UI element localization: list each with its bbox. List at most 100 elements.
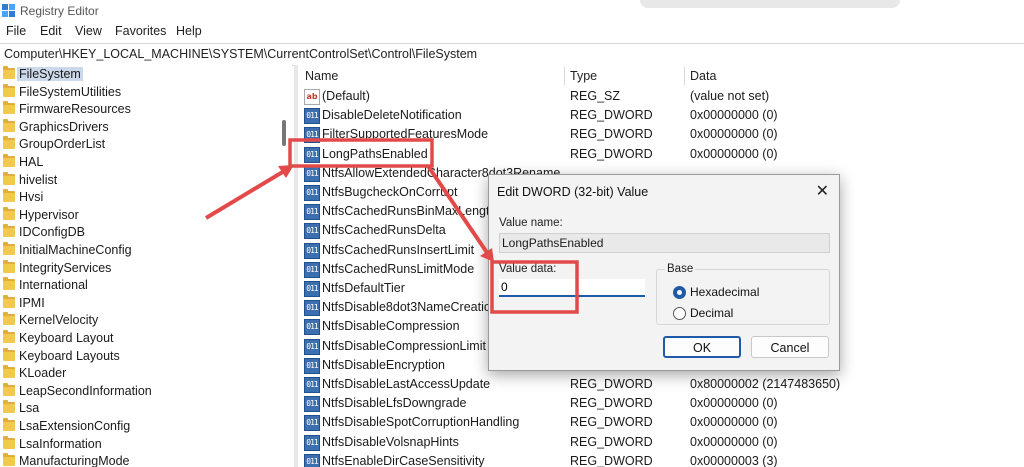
tree-item-label: Hypervisor — [19, 207, 79, 222]
tree-item[interactable]: Hypervisor — [0, 206, 292, 224]
value-name: NtfsDisableLastAccessUpdate — [322, 377, 491, 391]
value-row[interactable]: 011 NtfsDisableLfsDowngrade REG_DWORD 0x000… — [298, 394, 1024, 413]
menu-help[interactable]: Help — [176, 24, 202, 38]
value-type: REG_DWORD — [570, 377, 653, 391]
menu-edit[interactable]: Edit — [40, 24, 62, 38]
hexadecimal-radio[interactable] — [673, 286, 686, 299]
menu-file[interactable]: File — [6, 24, 26, 38]
value-name: LongPathsEnabled — [322, 146, 428, 161]
tree-item[interactable]: LsaExtensionConfig — [0, 417, 292, 435]
value-row[interactable]: 011 NtfsDisableVolsnapHints REG_DWORD 0x000… — [298, 433, 1024, 452]
dword-value-icon: 011 — [304, 377, 320, 393]
window-title: Registry Editor — [20, 4, 99, 18]
tree-scrollbar-thumb[interactable] — [282, 120, 286, 146]
tree-item[interactable]: KLoader — [0, 364, 292, 382]
value-name: NtfsCachedRunsLimitMode — [322, 261, 475, 276]
key-tree: FileSystem FileSystemUtilities FirmwareRes… — [0, 65, 292, 467]
tree-item[interactable]: LsaInformation — [0, 435, 292, 453]
value-row[interactable]: 011 DisableDeleteNotification REG_DWORD 0x0… — [298, 106, 1024, 125]
folder-icon — [3, 171, 15, 185]
tree-item[interactable]: Keyboard Layout — [0, 329, 292, 347]
column-divider[interactable] — [684, 67, 685, 85]
tree-item-label: Keyboard Layout — [19, 331, 114, 345]
menu-view[interactable]: View — [75, 24, 102, 38]
value-name: NtfsDisableEncryption — [322, 357, 445, 372]
tree-item-label: IDConfigDB — [19, 225, 85, 240]
dword-value-icon: 011 — [304, 108, 320, 125]
folder-icon — [3, 224, 15, 238]
tree-item[interactable]: hivelist — [0, 171, 292, 189]
tree-item-label: FirmwareResources — [19, 102, 131, 117]
tree-item-label: hivelist — [19, 172, 58, 187]
value-data: 0x00000000 (0) — [690, 108, 778, 123]
tree-item[interactable]: Lsa — [0, 399, 292, 417]
column-header-name[interactable]: Name — [305, 69, 338, 83]
value-data: 0x00000000 (0) — [690, 127, 778, 142]
folder-icon — [3, 83, 15, 97]
tree-item[interactable]: ManufacturingMode — [0, 452, 292, 467]
tree-item-label: International — [19, 278, 88, 293]
folder-icon — [3, 400, 15, 414]
tree-item[interactable]: LeapSecondInformation — [0, 382, 292, 400]
value-data: 0x00000000 (0) — [690, 396, 778, 411]
folder-icon — [3, 189, 15, 203]
value-row[interactable]: 011 NtfsEnableDirCaseSensitivity REG_DWORD… — [298, 452, 1024, 467]
value-type: REG_SZ — [570, 89, 621, 103]
tree-item[interactable]: GraphicsDrivers — [0, 118, 292, 136]
value-row[interactable]: 011 NtfsDisableLastAccessUpdate REG_DWORD 0… — [298, 375, 1024, 394]
value-row[interactable]: 011 NtfsDisableSpotCorruptionHandling REG_… — [298, 413, 1024, 432]
address-path[interactable]: Computer\HKEY_LOCAL_MACHINE\SYSTEM\Curre… — [4, 47, 477, 61]
tree-item-label: ManufacturingMode — [19, 454, 130, 467]
tree-item[interactable]: IPMI — [0, 294, 292, 312]
tree-item[interactable]: FileSystemUtilities — [0, 83, 292, 101]
folder-icon — [3, 66, 15, 79]
column-header-type[interactable]: Type — [570, 69, 597, 83]
tree-item[interactable]: FileSystem — [0, 65, 292, 83]
dword-value-icon: 011 — [304, 453, 320, 467]
value-data-input[interactable] — [499, 279, 645, 297]
cancel-button[interactable]: Cancel — [751, 336, 829, 358]
value-type: REG_DWORD — [570, 434, 653, 449]
folder-icon — [3, 242, 15, 255]
ok-button[interactable]: OK — [663, 336, 741, 358]
tree-item[interactable]: International — [0, 276, 292, 294]
dword-value-icon: 011 — [304, 396, 320, 413]
folder-icon — [3, 365, 15, 379]
registry-editor-icon — [2, 4, 15, 17]
column-header-data[interactable]: Data — [690, 69, 716, 83]
tree-item-label: HAL — [19, 155, 44, 169]
tree-item[interactable]: Hvsi — [0, 188, 292, 206]
value-type: REG_DWORD — [570, 127, 653, 142]
value-name: NtfsBugcheckOnCorrupt — [322, 185, 458, 199]
tree-item[interactable]: KernelVelocity — [0, 311, 292, 329]
close-icon[interactable]: ✕ — [816, 181, 829, 200]
folder-icon — [3, 330, 15, 343]
folder-icon — [3, 418, 15, 431]
value-name-text: LongPathsEnabled — [502, 236, 604, 250]
tree-item[interactable]: GroupOrderList — [0, 135, 292, 153]
tree-item[interactable]: Keyboard Layouts — [0, 347, 292, 365]
hexadecimal-label[interactable]: Hexadecimal — [690, 285, 759, 299]
column-divider[interactable] — [564, 67, 565, 85]
menu-favorites[interactable]: Favorites — [115, 24, 166, 38]
tree-item-label: Keyboard Layouts — [19, 348, 120, 363]
decimal-radio[interactable] — [673, 307, 686, 320]
tree-item[interactable]: InitialMachineConfig — [0, 241, 292, 259]
value-row[interactable]: ab (Default) REG_SZ (value not set) — [298, 87, 1024, 106]
dword-value-icon: 011 — [304, 300, 320, 317]
value-data: 0x00000000 (0) — [690, 146, 778, 161]
tree-item-label: IntegrityServices — [19, 260, 112, 275]
tree-item[interactable]: FirmwareResources — [0, 100, 292, 118]
dword-value-icon: 011 — [304, 127, 320, 144]
tree-item-label: LsaExtensionConfig — [19, 419, 131, 433]
value-name: NtfsDisableCompressionLimit — [322, 338, 486, 353]
value-name: NtfsCachedRunsInsertLimit — [322, 242, 475, 257]
value-row[interactable]: 011 FilterSupportedFeaturesMode REG_DWORD 0… — [298, 125, 1024, 144]
decimal-label[interactable]: Decimal — [690, 306, 733, 320]
value-row[interactable]: 011 LongPathsEnabled REG_DWORD 0x00000000 (… — [298, 145, 1024, 164]
tree-item[interactable]: IntegrityServices — [0, 259, 292, 277]
tree-item[interactable]: HAL — [0, 153, 292, 171]
tree-item[interactable]: IDConfigDB — [0, 223, 292, 241]
value-type: REG_DWORD — [570, 453, 653, 467]
address-bar[interactable]: Computer\HKEY_LOCAL_MACHINE\SYSTEM\Curre… — [0, 43, 1024, 66]
